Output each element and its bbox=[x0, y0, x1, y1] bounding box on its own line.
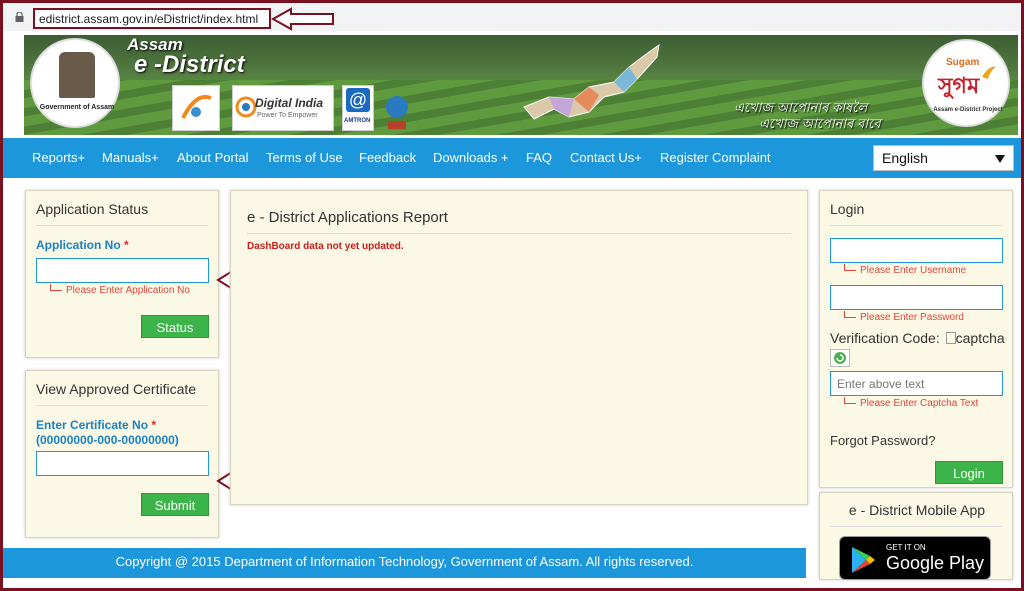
hint-hook-icon bbox=[50, 284, 62, 291]
application-no-label: Application No * bbox=[36, 238, 129, 252]
password-hint: Please Enter Password bbox=[844, 311, 964, 323]
broken-image-icon bbox=[945, 332, 956, 344]
mobile-app-title: e - District Mobile App bbox=[848, 502, 986, 518]
divider bbox=[830, 526, 1002, 527]
captcha-input[interactable] bbox=[830, 371, 1003, 396]
refresh-icon bbox=[834, 352, 846, 364]
nav-terms-of-use[interactable]: Terms of Use bbox=[266, 150, 343, 165]
captcha-hint-text: Please Enter Captcha Text bbox=[860, 398, 979, 409]
nav-manuals[interactable]: Manuals+ bbox=[102, 150, 159, 165]
banner-tagline-2: এখোজ আপোনাৰ বাবে bbox=[759, 116, 881, 131]
digital-india-text: Digital India bbox=[255, 96, 324, 110]
captcha-hint: Please Enter Captcha Text bbox=[844, 397, 978, 409]
username-hint-text: Please Enter Username bbox=[860, 265, 967, 276]
username-hint: Please Enter Username bbox=[844, 264, 966, 276]
main-navigation: Reports+ Manuals+ About Portal Terms of … bbox=[3, 138, 1021, 178]
refresh-captcha-button[interactable] bbox=[830, 349, 850, 367]
lock-icon bbox=[15, 12, 24, 22]
emblem-icon bbox=[59, 52, 95, 98]
submit-button[interactable]: Submit bbox=[141, 493, 209, 516]
login-panel: Login Please Enter Username Please Enter… bbox=[819, 190, 1013, 488]
banner-title-edistrict: e -District bbox=[134, 51, 245, 78]
store-small-text: GET IT ON bbox=[886, 543, 926, 552]
service-logo bbox=[172, 85, 220, 131]
language-value: English bbox=[882, 150, 928, 166]
captcha-image: captcha bbox=[955, 330, 1005, 346]
sugam-subtext: Assam e-District Project bbox=[933, 107, 1003, 113]
amtron-text: AMTRON bbox=[344, 118, 371, 124]
applications-report-panel: e - District Applications Report DashBoa… bbox=[230, 190, 808, 505]
certificate-no-label-text: Enter Certificate No bbox=[36, 418, 149, 432]
divider bbox=[247, 233, 791, 234]
globe-logo-icon bbox=[386, 96, 408, 129]
sugam-main-text: সুগম bbox=[938, 73, 980, 98]
status-button[interactable]: Status bbox=[141, 315, 209, 338]
government-emblem-logo: Government of Assam bbox=[30, 38, 120, 128]
nav-reports[interactable]: Reports+ bbox=[32, 150, 85, 165]
divider bbox=[36, 225, 208, 226]
certificate-no-input[interactable] bbox=[36, 451, 209, 476]
login-button[interactable]: Login bbox=[935, 461, 1003, 484]
nav-faq[interactable]: FAQ bbox=[526, 150, 552, 165]
application-no-hint: Please Enter Application No bbox=[50, 284, 190, 296]
nav-about-portal[interactable]: About Portal bbox=[177, 150, 249, 165]
nav-register-complaint[interactable]: Register Complaint bbox=[660, 150, 771, 165]
application-no-label-text: Application No bbox=[36, 238, 121, 252]
service-logo-icon bbox=[181, 95, 212, 119]
footer-copyright: Copyright @ 2015 Department of Informati… bbox=[3, 548, 806, 578]
divider bbox=[36, 405, 208, 406]
nav-contact-us[interactable]: Contact Us+ bbox=[570, 150, 642, 165]
login-title: Login bbox=[830, 201, 865, 217]
application-status-panel: Application Status Application No * Plea… bbox=[25, 190, 219, 358]
digital-india-icon bbox=[235, 96, 257, 118]
at-icon: @ bbox=[346, 88, 370, 112]
application-status-title: Application Status bbox=[36, 201, 149, 217]
digital-india-subtext: Power To Empower bbox=[257, 112, 318, 119]
certificate-no-label: Enter Certificate No * bbox=[36, 418, 156, 432]
amtron-logo: @ AMTRON bbox=[342, 85, 374, 131]
store-big-text: Google Play bbox=[886, 553, 985, 573]
bird-icon bbox=[982, 66, 996, 79]
sugam-top-text: Sugam bbox=[946, 57, 980, 68]
forgot-password-link[interactable]: Forgot Password? bbox=[830, 433, 936, 448]
language-select[interactable]: English bbox=[873, 145, 1014, 171]
verification-code-row: Verification Code: captcha bbox=[830, 330, 1005, 346]
google-play-icon bbox=[852, 547, 875, 573]
required-asterisk: * bbox=[124, 238, 129, 252]
hint-hook-icon bbox=[844, 264, 856, 271]
divider bbox=[830, 225, 1002, 226]
sugam-logo: Sugam সুগম Assam e-District Project bbox=[922, 39, 1010, 127]
certificate-title: View Approved Certificate bbox=[36, 381, 197, 397]
application-no-input[interactable] bbox=[36, 258, 209, 283]
annotation-arrow-icon bbox=[271, 7, 334, 31]
required-asterisk: * bbox=[151, 418, 157, 432]
url-text[interactable]: edistrict.assam.gov.in/eDistrict/index.h… bbox=[33, 8, 271, 29]
verification-label: Verification Code: bbox=[830, 330, 940, 346]
header-banner: Government of Assam Assam e -District Di… bbox=[24, 35, 1018, 135]
chevron-down-icon bbox=[995, 155, 1005, 163]
nav-feedback[interactable]: Feedback bbox=[359, 150, 416, 165]
nav-downloads[interactable]: Downloads + bbox=[433, 150, 509, 165]
report-title: e - District Applications Report bbox=[247, 209, 448, 226]
username-input[interactable] bbox=[830, 238, 1003, 263]
password-input[interactable] bbox=[830, 285, 1003, 310]
google-play-button[interactable]: GET IT ON Google Play bbox=[839, 536, 991, 580]
address-bar[interactable]: edistrict.assam.gov.in/eDistrict/index.h… bbox=[3, 3, 1021, 31]
password-hint-text: Please Enter Password bbox=[860, 312, 964, 323]
hint-hook-icon bbox=[844, 311, 856, 318]
approved-certificate-panel: View Approved Certificate Enter Certific… bbox=[25, 370, 219, 538]
dashboard-message: DashBoard data not yet updated. bbox=[247, 241, 404, 252]
digital-india-logo: Digital India Power To Empower bbox=[232, 85, 334, 131]
gov-label: Government of Assam bbox=[39, 104, 115, 111]
application-no-hint-text: Please Enter Application No bbox=[66, 285, 190, 296]
assam-map-icon bbox=[523, 43, 660, 120]
certificate-format-label: (00000000-000-00000000) bbox=[36, 433, 179, 447]
hint-hook-icon bbox=[844, 397, 856, 404]
